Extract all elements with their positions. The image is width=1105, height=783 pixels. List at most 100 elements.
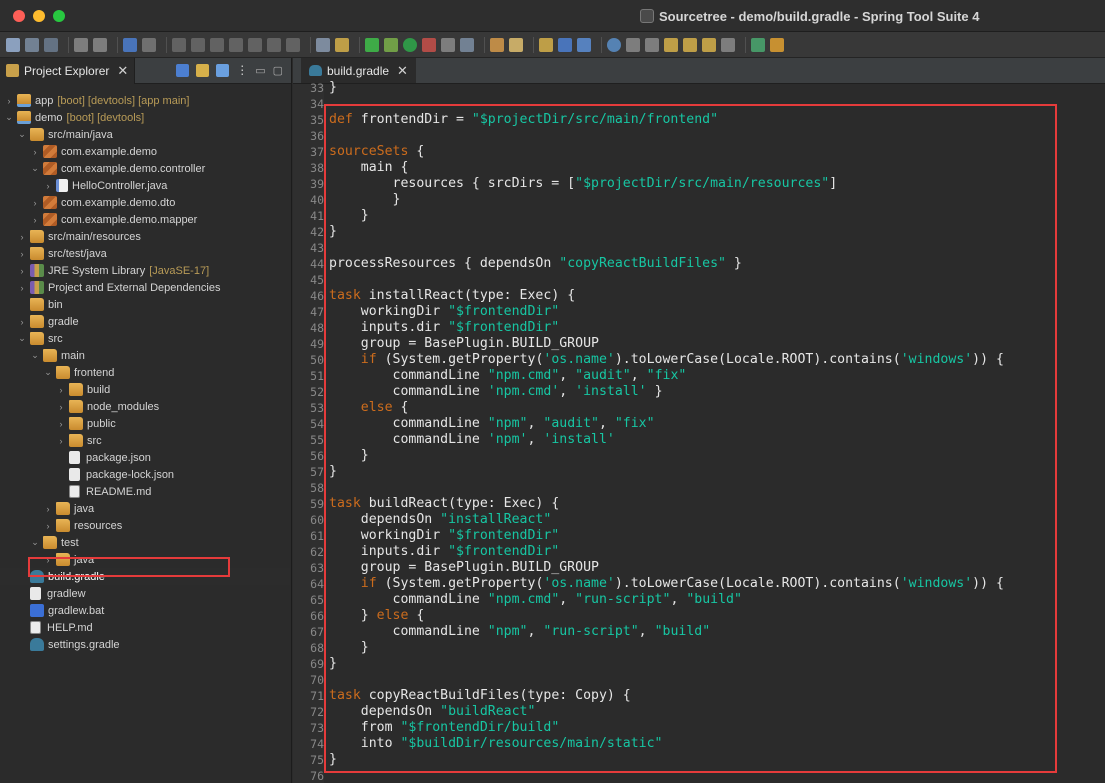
chevron-right-icon[interactable]: › bbox=[56, 402, 66, 412]
coverage-icon[interactable] bbox=[460, 37, 474, 52]
chevron-down-icon[interactable]: ⌄ bbox=[30, 350, 40, 361]
pen-icon[interactable] bbox=[509, 37, 523, 52]
use-step-filters-icon[interactable] bbox=[316, 37, 330, 52]
chevron-right-icon[interactable]: › bbox=[43, 181, 53, 191]
tree-item-hellocontroller[interactable]: › HelloController.java bbox=[0, 177, 290, 194]
forward-icon[interactable] bbox=[721, 37, 735, 52]
chevron-right-icon[interactable]: › bbox=[30, 147, 40, 157]
tab-project-explorer[interactable]: Project Explorer ✕ bbox=[0, 57, 136, 84]
tree-item-src-frontend[interactable]: › src bbox=[0, 432, 290, 449]
tree-item-package-lock[interactable]: package-lock.json bbox=[0, 466, 290, 483]
chevron-right-icon[interactable]: › bbox=[17, 249, 27, 259]
chevron-right-icon[interactable]: › bbox=[30, 215, 40, 225]
minimize-icon[interactable]: ▭ bbox=[255, 64, 265, 77]
redo-icon[interactable] bbox=[93, 37, 107, 52]
chevron-right-icon[interactable]: › bbox=[56, 419, 66, 429]
tree-item-package-json[interactable]: package.json bbox=[0, 449, 290, 466]
chevron-down-icon[interactable]: ⌄ bbox=[4, 112, 14, 123]
tree-item-bin[interactable]: bin bbox=[0, 296, 290, 313]
tree-item-build[interactable]: › build bbox=[0, 381, 290, 398]
tree-item-resources[interactable]: › resources bbox=[0, 517, 290, 534]
tree-item-gradlew[interactable]: gradlew bbox=[0, 585, 290, 602]
tree-item-readme[interactable]: README.md bbox=[0, 483, 290, 500]
web-browser-icon[interactable] bbox=[607, 37, 621, 52]
drop-to-frame-icon[interactable] bbox=[335, 37, 349, 52]
chevron-right-icon[interactable]: › bbox=[4, 96, 14, 106]
collapse-all-icon[interactable] bbox=[176, 63, 190, 77]
tree-item-pkg-mapper[interactable]: › com.example.demo.mapper bbox=[0, 211, 290, 228]
close-tab-icon[interactable]: ✕ bbox=[117, 63, 128, 79]
perspective-icon[interactable] bbox=[751, 37, 765, 52]
save-icon[interactable] bbox=[25, 37, 39, 52]
chevron-down-icon[interactable]: ⌄ bbox=[30, 163, 40, 174]
suspend-icon[interactable] bbox=[191, 37, 205, 52]
tree-item-demo[interactable]: ⌄ demo [boot] [devtools] bbox=[0, 109, 290, 126]
step-into-icon[interactable] bbox=[248, 37, 262, 52]
tree-item-test[interactable]: ⌄ test bbox=[0, 534, 290, 551]
chevron-right-icon[interactable]: › bbox=[17, 283, 27, 293]
show-whitespace-icon[interactable] bbox=[577, 37, 591, 52]
boot-dashboard-icon[interactable] bbox=[365, 37, 379, 52]
tree-item-src[interactable]: ⌄ src bbox=[0, 330, 290, 347]
chevron-down-icon[interactable]: ⌄ bbox=[43, 367, 53, 378]
next-annotation-icon[interactable] bbox=[683, 37, 697, 52]
tree-item-frontend[interactable]: ⌄ frontend bbox=[0, 364, 290, 381]
tree-item-deps[interactable]: › Project and External Dependencies bbox=[0, 279, 290, 296]
run-icon[interactable] bbox=[403, 37, 417, 52]
run-external-icon[interactable] bbox=[422, 37, 436, 52]
chevron-right-icon[interactable]: › bbox=[43, 521, 53, 531]
link-with-editor-icon[interactable] bbox=[196, 63, 210, 77]
close-editor-tab-icon[interactable]: ✕ bbox=[397, 63, 408, 79]
new-icon[interactable] bbox=[6, 37, 20, 52]
tree-item-pkg-controller[interactable]: ⌄ com.example.demo.controller bbox=[0, 160, 290, 177]
chevron-right-icon[interactable]: › bbox=[17, 232, 27, 242]
debug-icon[interactable] bbox=[384, 37, 398, 52]
chevron-right-icon[interactable]: › bbox=[30, 198, 40, 208]
open-task-icon[interactable] bbox=[539, 37, 553, 52]
chevron-down-icon[interactable]: ⌄ bbox=[17, 129, 27, 140]
outline-icon[interactable] bbox=[558, 37, 572, 52]
maximize-window-button[interactable] bbox=[53, 10, 65, 22]
disconnect-icon[interactable] bbox=[229, 37, 243, 52]
back-icon[interactable] bbox=[702, 37, 716, 52]
chevron-right-icon[interactable]: › bbox=[56, 436, 66, 446]
chevron-right-icon[interactable]: › bbox=[17, 317, 27, 327]
step-over-icon[interactable] bbox=[267, 37, 281, 52]
stop-icon[interactable] bbox=[441, 37, 455, 52]
tree-item-gradlew-bat[interactable]: gradlew.bat bbox=[0, 602, 290, 619]
tree-item-jre[interactable]: › JRE System Library [JavaSE-17] bbox=[0, 262, 290, 279]
chevron-right-icon[interactable]: › bbox=[56, 385, 66, 395]
close-window-button[interactable] bbox=[13, 10, 25, 22]
chevron-down-icon[interactable]: ⌄ bbox=[17, 333, 27, 344]
tree-item-app[interactable]: › app [boot] [devtools] [app main] bbox=[0, 92, 290, 109]
annotation-icon[interactable] bbox=[645, 37, 659, 52]
console-icon[interactable] bbox=[123, 37, 137, 52]
tree-item-pkg-demo[interactable]: › com.example.demo bbox=[0, 143, 290, 160]
tree-item-pkg-dto[interactable]: › com.example.demo.dto bbox=[0, 194, 290, 211]
resume-icon[interactable] bbox=[172, 37, 186, 52]
save-all-icon[interactable] bbox=[44, 37, 58, 52]
maximize-icon[interactable]: ▢ bbox=[273, 64, 283, 77]
terminate-icon[interactable] bbox=[210, 37, 224, 52]
tree-item-main[interactable]: ⌄ main bbox=[0, 347, 290, 364]
prev-annotation-icon[interactable] bbox=[664, 37, 678, 52]
chevron-right-icon[interactable]: › bbox=[43, 504, 53, 514]
tree-item-src-test-java[interactable]: › src/test/java bbox=[0, 245, 290, 262]
tree-item-src-main-java[interactable]: ⌄ src/main/java bbox=[0, 126, 290, 143]
minimize-window-button[interactable] bbox=[33, 10, 45, 22]
tree-item-help[interactable]: HELP.md bbox=[0, 619, 290, 636]
tree-item-node-modules[interactable]: › node_modules bbox=[0, 398, 290, 415]
skip-breakpoints-icon[interactable] bbox=[142, 37, 156, 52]
view-menu-icon[interactable]: ⋮ bbox=[236, 63, 248, 77]
tree-item-settings-gradle[interactable]: settings.gradle bbox=[0, 636, 290, 653]
step-return-icon[interactable] bbox=[286, 37, 300, 52]
undo-icon[interactable] bbox=[74, 37, 88, 52]
tree-item-gradle[interactable]: › gradle bbox=[0, 313, 290, 330]
open-type-icon[interactable] bbox=[490, 37, 504, 52]
spring-icon[interactable] bbox=[770, 37, 784, 52]
chevron-down-icon[interactable]: ⌄ bbox=[30, 537, 40, 548]
filter-icon[interactable] bbox=[216, 63, 230, 77]
tree-item-java[interactable]: › java bbox=[0, 500, 290, 517]
tree-item-src-main-resources[interactable]: › src/main/resources bbox=[0, 228, 290, 245]
search-icon[interactable] bbox=[626, 37, 640, 52]
